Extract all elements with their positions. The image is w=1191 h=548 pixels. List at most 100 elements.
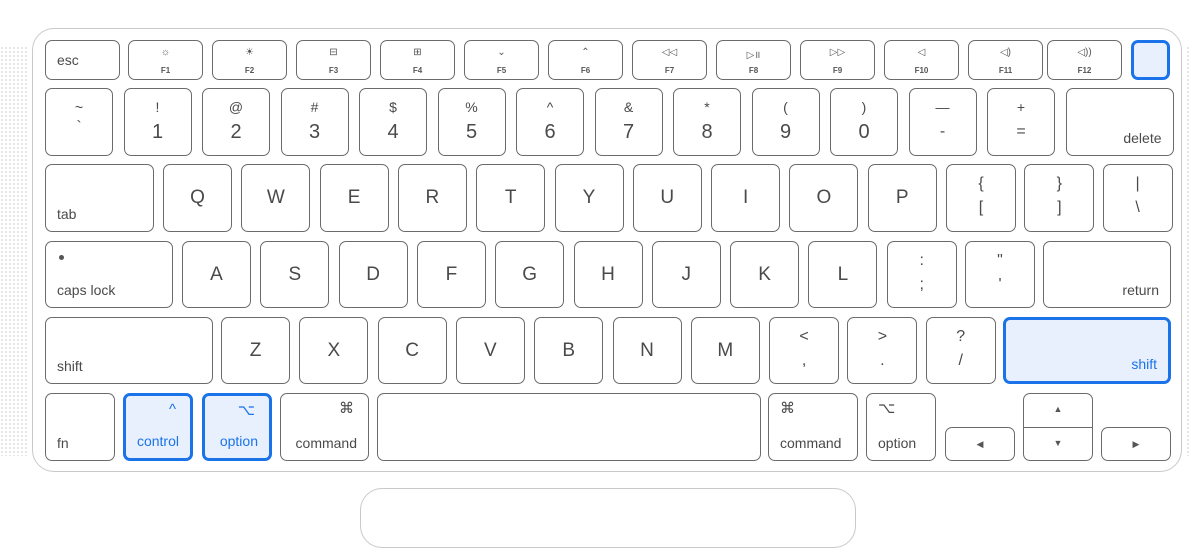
- key-shift-right[interactable]: shift: [1003, 317, 1171, 384]
- key-semicolon[interactable]: :;: [886, 241, 957, 308]
- key-f2[interactable]: ☀ F2: [212, 40, 287, 80]
- key-label: control: [136, 433, 179, 449]
- key-9[interactable]: (9: [751, 88, 820, 156]
- key-arrow-right[interactable]: ▶: [1101, 427, 1171, 461]
- key-5[interactable]: % 5: [437, 88, 506, 156]
- key-g[interactable]: G: [495, 241, 565, 308]
- key-command-left[interactable]: ⌘ command: [280, 393, 369, 461]
- key-f10[interactable]: ◁ F10: [884, 40, 959, 80]
- key-n[interactable]: N: [612, 317, 682, 384]
- key-b[interactable]: B: [534, 317, 604, 384]
- key-f1[interactable]: ☼ F1: [128, 40, 203, 80]
- key-shift-symbol: $: [389, 99, 397, 115]
- key-tab[interactable]: tab: [45, 164, 154, 232]
- key-d[interactable]: D: [338, 241, 408, 308]
- key-y[interactable]: Y: [554, 164, 624, 232]
- key-option-right[interactable]: ⌥ option: [866, 393, 936, 461]
- key-slash[interactable]: ? /: [925, 317, 996, 384]
- key-quote[interactable]: " ': [965, 241, 1035, 308]
- key-power[interactable]: [1131, 40, 1170, 80]
- key-f12[interactable]: ◁)) F12: [1047, 40, 1122, 80]
- key-f[interactable]: F: [416, 241, 486, 308]
- key-space[interactable]: [377, 393, 761, 461]
- arrow-up-icon: ▲: [1053, 404, 1063, 414]
- key-f7[interactable]: ◁◁ F7: [632, 40, 707, 80]
- key-f4[interactable]: ⊞ F4: [380, 40, 455, 80]
- key-right-bracket[interactable]: }]: [1024, 164, 1095, 232]
- key-label: F7: [664, 66, 675, 75]
- key-label: F11: [998, 66, 1013, 75]
- key-label: F1: [160, 66, 171, 75]
- key-3[interactable]: #3: [280, 88, 349, 156]
- key-p[interactable]: P: [867, 164, 937, 232]
- key-label: esc: [57, 52, 79, 68]
- key-j[interactable]: J: [651, 241, 721, 308]
- key-f3[interactable]: ⊟ F3: [296, 40, 371, 80]
- key-return[interactable]: return: [1043, 241, 1171, 308]
- key-period[interactable]: >.: [847, 317, 918, 384]
- key-minus[interactable]: — -: [908, 88, 977, 156]
- key-z[interactable]: Z: [221, 317, 290, 384]
- key-label: F2: [244, 66, 255, 75]
- key-f6[interactable]: ⌃ F6: [548, 40, 623, 80]
- key-a[interactable]: A: [182, 241, 251, 308]
- key-delete[interactable]: delete: [1065, 88, 1174, 156]
- key-l[interactable]: L: [808, 241, 878, 308]
- key-backtick[interactable]: ~ `: [45, 88, 113, 156]
- key-letter: N: [640, 340, 654, 361]
- key-u[interactable]: U: [632, 164, 702, 232]
- key-command-right[interactable]: ⌘ command: [768, 393, 858, 461]
- key-8[interactable]: * 8: [673, 88, 741, 156]
- key-t[interactable]: T: [476, 164, 546, 232]
- key-f11[interactable]: ◁) F11: [968, 40, 1043, 80]
- key-v[interactable]: V: [455, 317, 525, 384]
- key-caps-lock[interactable]: caps lock: [45, 241, 173, 308]
- key-e[interactable]: E: [319, 164, 389, 232]
- play-pause-icon: ▷॥: [746, 50, 761, 61]
- key-x[interactable]: X: [299, 317, 369, 384]
- key-main-symbol: 9: [779, 121, 792, 143]
- key-arrow-up[interactable]: ▲: [1024, 394, 1092, 427]
- key-shift-left[interactable]: shift: [45, 317, 213, 384]
- key-arrow-left[interactable]: ◀: [945, 427, 1015, 461]
- option-symbol-icon: ⌥: [237, 402, 255, 419]
- key-f9[interactable]: ▷▷ F9: [800, 40, 875, 80]
- key-shift-symbol: *: [704, 99, 710, 115]
- key-s[interactable]: S: [260, 241, 330, 308]
- key-main-symbol: 4: [387, 121, 399, 143]
- key-o[interactable]: O: [789, 164, 859, 232]
- key-equals[interactable]: + =: [987, 88, 1055, 156]
- key-arrow-down[interactable]: ▼: [1024, 427, 1092, 460]
- key-control[interactable]: ^ control: [123, 393, 193, 461]
- key-6[interactable]: ^ 6: [516, 88, 584, 156]
- key-esc[interactable]: esc: [45, 40, 120, 80]
- key-label: fn: [57, 435, 69, 451]
- key-comma[interactable]: <,: [769, 317, 840, 384]
- key-q[interactable]: Q: [163, 164, 232, 232]
- key-4[interactable]: $4: [359, 88, 427, 156]
- key-r[interactable]: R: [397, 164, 467, 232]
- key-w[interactable]: W: [241, 164, 311, 232]
- key-f8[interactable]: ▷॥ F8: [716, 40, 791, 80]
- key-7[interactable]: & 7: [594, 88, 663, 156]
- key-f5[interactable]: ⌄ F5: [464, 40, 539, 80]
- key-c[interactable]: C: [377, 317, 447, 384]
- key-letter: I: [742, 187, 749, 208]
- key-option-left[interactable]: ⌥ option: [202, 393, 272, 461]
- key-left-bracket[interactable]: {[: [946, 164, 1016, 232]
- key-i[interactable]: I: [711, 164, 781, 232]
- key-label: delete: [1123, 130, 1162, 146]
- key-fn[interactable]: fn: [45, 393, 115, 461]
- key-0[interactable]: ) 0: [830, 88, 898, 156]
- key-k[interactable]: K: [730, 241, 800, 308]
- key-shift-symbol: ~: [74, 99, 84, 115]
- key-h[interactable]: H: [573, 241, 643, 308]
- key-label: F9: [832, 66, 843, 75]
- key-m[interactable]: M: [690, 317, 760, 384]
- key-main-symbol: .: [880, 352, 885, 369]
- key-backslash[interactable]: | \: [1102, 164, 1173, 232]
- key-main-symbol: 6: [544, 121, 556, 143]
- trackpad[interactable]: [360, 488, 856, 548]
- key-2[interactable]: @2: [202, 88, 270, 156]
- key-1[interactable]: ! 1: [123, 88, 192, 156]
